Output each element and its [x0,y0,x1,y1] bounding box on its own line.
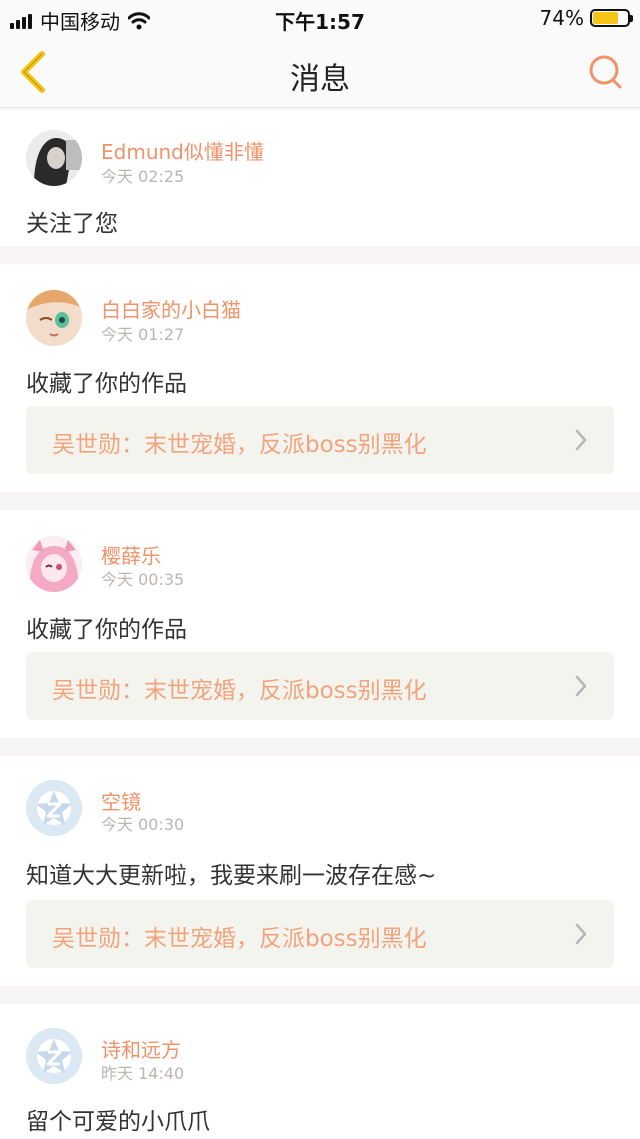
user-photo-icon [26,130,82,186]
default-avatar-icon [26,1028,82,1084]
avatar[interactable] [26,1028,82,1084]
battery-icon [590,9,633,27]
work-title: 吴世勋：末世宠婚，反派boss别黑化 [52,678,427,704]
user-name[interactable]: 白白家的小白猫 [101,294,241,323]
avatar[interactable] [26,290,82,346]
avatar[interactable] [26,536,82,592]
message-card[interactable]: 白白家的小白猫 今天 01:27 收藏了你的作品 吴世勋：末世宠婚，反派boss… [0,264,640,492]
nav-bar: 消息 [0,36,640,108]
message-time: 今天 02:25 [101,167,185,186]
message-text: 留个可爱的小爪爪 [26,1109,210,1135]
message-text: 收藏了你的作品 [26,617,187,643]
work-title: 吴世勋：末世宠婚，反派boss别黑化 [52,432,427,458]
work-link[interactable]: 吴世勋：末世宠婚，反派boss别黑化 [26,652,614,720]
page-title: 消息 [290,62,350,97]
work-link[interactable]: 吴世勋：末世宠婚，反派boss别黑化 [26,900,614,968]
message-card[interactable]: 诗和远方 昨天 14:40 留个可爱的小爪爪 [0,1004,640,1139]
chevron-right-icon [575,923,587,945]
status-right: 74% [539,6,633,30]
avatar[interactable] [26,130,82,186]
message-card[interactable]: Edmund似懂非懂 今天 02:25 关注了您 [0,110,640,246]
user-photo-icon [26,290,82,346]
search-icon[interactable] [586,52,626,92]
message-card[interactable]: 樱薛乐 今天 00:35 收藏了你的作品 吴世勋：末世宠婚，反派boss别黑化 [0,510,640,738]
message-time: 今天 00:30 [101,815,185,834]
chevron-right-icon [575,675,587,697]
chevron-right-icon [575,429,587,451]
status-bar: 中国移动 下午1:57 74% [0,0,640,36]
user-name[interactable]: 诗和远方 [101,1034,181,1063]
avatar[interactable] [26,780,82,836]
message-card[interactable]: 空镜 今天 00:30 知道大大更新啦，我要来刷一波存在感~ 吴世勋：末世宠婚，… [0,756,640,986]
user-name[interactable]: Edmund似懂非懂 [101,136,264,165]
default-avatar-icon [26,780,82,836]
user-name[interactable]: 樱薛乐 [101,540,161,569]
message-text: 知道大大更新啦，我要来刷一波存在感~ [26,863,437,889]
user-photo-icon [26,536,82,592]
message-text: 收藏了你的作品 [26,371,187,397]
work-link[interactable]: 吴世勋：末世宠婚，反派boss别黑化 [26,406,614,474]
battery-percent: 74% [539,6,584,30]
message-time: 今天 00:35 [101,570,185,589]
message-time: 昨天 14:40 [101,1064,185,1083]
message-text: 关注了您 [26,211,118,237]
message-time: 今天 01:27 [101,325,185,344]
work-title: 吴世勋：末世宠婚，反派boss别黑化 [52,926,427,952]
